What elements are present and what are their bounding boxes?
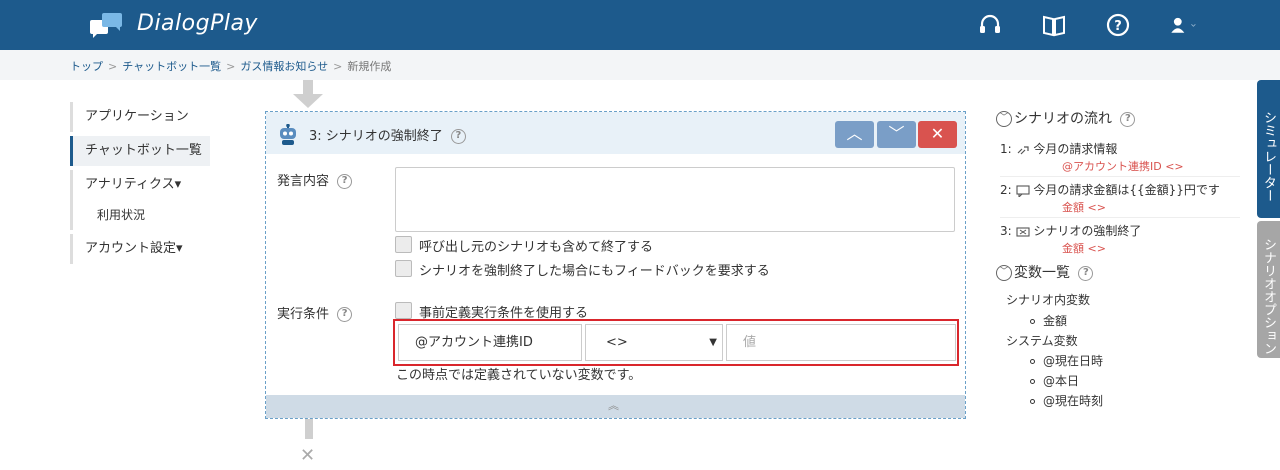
scenario-options-tab[interactable]: シナリオオプション [1257, 221, 1280, 358]
collapse-chevron-icon[interactable]: ︽ [608, 397, 619, 413]
flow-item-number: 1: [1000, 142, 1012, 156]
headset-icon[interactable] [977, 12, 1003, 38]
end-caller-checkbox[interactable] [395, 236, 412, 253]
exit-icon [1015, 226, 1030, 237]
chevron-down-circle-icon[interactable]: ﹀ [996, 265, 1012, 281]
variable-item[interactable]: 金額 [1030, 312, 1067, 329]
nav-item-chatbots[interactable]: チャットボット一覧 [70, 136, 210, 166]
flow-item-text: 今月の請求情報 [1033, 142, 1118, 156]
flow-item-condition: 金額 <> [1062, 242, 1106, 255]
condition-label-text: 実行条件 [277, 307, 330, 322]
help-icon[interactable]: ? [1120, 111, 1136, 127]
brand-name[interactable]: DialogPlay [137, 11, 258, 36]
breadcrumb-chatbot-list[interactable]: チャットボット一覧 [122, 60, 221, 73]
speech-textarea[interactable] [395, 167, 955, 232]
breadcrumb: トップ > チャットボット一覧 > ガス情報お知らせ > 新規作成 [70, 58, 391, 74]
flow-item-text: 今月の請求金額は{{金額}}円です [1033, 183, 1220, 197]
nav-item-applications[interactable]: アプリケーション [70, 102, 210, 132]
delete-step-button[interactable]: ✕ [918, 121, 957, 148]
condition-variable-field[interactable]: @アカウント連携ID [398, 324, 582, 361]
help-icon[interactable]: ? [337, 307, 353, 322]
top-bar: DialogPlay ? [0, 0, 1280, 50]
flow-item[interactable]: 3: シナリオの強制終了 金額 <> [1000, 222, 1240, 255]
flow-connector-top [303, 80, 313, 94]
flow-item-number: 3: [1000, 224, 1012, 238]
system-variables-label: システム変数 [1006, 334, 1078, 348]
breadcrumb-separator: > [108, 60, 118, 73]
help-icon[interactable]: ? [450, 129, 466, 144]
move-up-button[interactable]: ︿ [835, 121, 874, 148]
nav-item-usage[interactable]: 利用状況 [70, 200, 210, 230]
scenario-flow-heading[interactable]: ﹀ シナリオの流れ ? [996, 108, 1136, 128]
left-nav: アプリケーション チャットボット一覧 アナリティクス▾ 利用状況 アカウント設定… [70, 102, 210, 264]
variables-title: 変数一覧 [1014, 265, 1070, 281]
breadcrumb-top[interactable]: トップ [70, 60, 103, 73]
variables-heading[interactable]: ﹀ 変数一覧 ? [996, 262, 1094, 282]
speech-label-text: 発言内容 [277, 174, 330, 189]
end-caller-label: 呼び出し元のシナリオも含めて終了する [419, 240, 654, 255]
card-collapse-bar[interactable]: ︽ [266, 395, 965, 418]
help-icon[interactable]: ? [1078, 265, 1094, 281]
variable-item[interactable]: @現在時刻 [1030, 392, 1103, 409]
flow-item[interactable]: 1: 今月の請求情報 @アカウント連携ID <> [1000, 140, 1240, 177]
user-menu-icon[interactable] [1170, 12, 1196, 38]
breadcrumb-separator: > [333, 60, 343, 73]
help-icon[interactable]: ? [337, 174, 353, 189]
require-feedback-checkbox[interactable] [395, 260, 412, 277]
card-title: 3: シナリオの強制終了 ? [309, 125, 466, 144]
flow-arrow-down-icon [293, 94, 323, 108]
move-down-button[interactable]: ﹀ [877, 121, 916, 148]
breadcrumb-gas-info[interactable]: ガス情報お知らせ [240, 60, 328, 73]
predefined-condition-checkbox[interactable] [395, 302, 412, 319]
breadcrumb-current: 新規作成 [347, 60, 392, 73]
variable-item[interactable]: @現在日時 [1030, 352, 1103, 369]
speech-label: 発言内容 ? [277, 170, 353, 189]
condition-label: 実行条件 ? [277, 303, 353, 322]
flow-item[interactable]: 2: 今月の請求金額は{{金額}}円です 金額 <> [1000, 181, 1240, 218]
link-icon [1017, 145, 1029, 154]
flow-connector-bottom [305, 419, 313, 439]
scenario-variables-label: シナリオ内変数 [1006, 293, 1091, 307]
svg-text:?: ? [1114, 19, 1122, 34]
card-header: 3: シナリオの強制終了 ? ︿ ﹀ ✕ [266, 112, 965, 154]
breadcrumb-separator: > [226, 60, 236, 73]
chevron-down-circle-icon[interactable]: ﹀ [996, 111, 1012, 127]
simulator-tab[interactable]: シミュレーター [1257, 80, 1280, 218]
undefined-variable-hint: この時点では定義されていない変数です。 [396, 368, 642, 383]
robot-icon [280, 124, 296, 145]
flow-item-number: 2: [1000, 183, 1012, 197]
flow-item-condition: 金額 <> [1062, 201, 1106, 214]
require-feedback-label: シナリオを強制終了した場合にもフィードバックを要求する [419, 264, 770, 279]
flow-item-text: シナリオの強制終了 [1033, 224, 1142, 238]
dropdown-caret-icon: ▼ [709, 337, 717, 348]
variable-item[interactable]: @本日 [1030, 372, 1079, 389]
nav-item-analytics[interactable]: アナリティクス▾ [70, 170, 210, 200]
flow-end-x-icon[interactable]: ✕ [300, 445, 315, 466]
card-title-text: 3: シナリオの強制終了 [309, 129, 443, 144]
breadcrumb-bar: トップ > チャットボット一覧 > ガス情報お知らせ > 新規作成 [0, 50, 1280, 80]
condition-row-highlight: @アカウント連携ID <> ▼ 値 [393, 319, 959, 366]
flow-item-condition: @アカウント連携ID <> [1062, 160, 1184, 173]
manual-book-icon[interactable] [1041, 12, 1067, 38]
condition-operator-value: <> [606, 335, 628, 350]
chat-bubbles-logo-icon[interactable] [88, 10, 124, 40]
speech-bubble-icon [1015, 184, 1030, 198]
nav-item-account[interactable]: アカウント設定▾ [70, 234, 210, 264]
condition-operator-select[interactable]: <> ▼ [585, 324, 723, 361]
scenario-flow-title: シナリオの流れ [1014, 111, 1112, 127]
scenario-step-card: 3: シナリオの強制終了 ? ︿ ﹀ ✕ 発言内容 ? 呼び出し元のシナリオも含… [265, 111, 966, 419]
help-icon[interactable]: ? [1105, 12, 1131, 38]
condition-value-input[interactable]: 値 [726, 324, 956, 361]
